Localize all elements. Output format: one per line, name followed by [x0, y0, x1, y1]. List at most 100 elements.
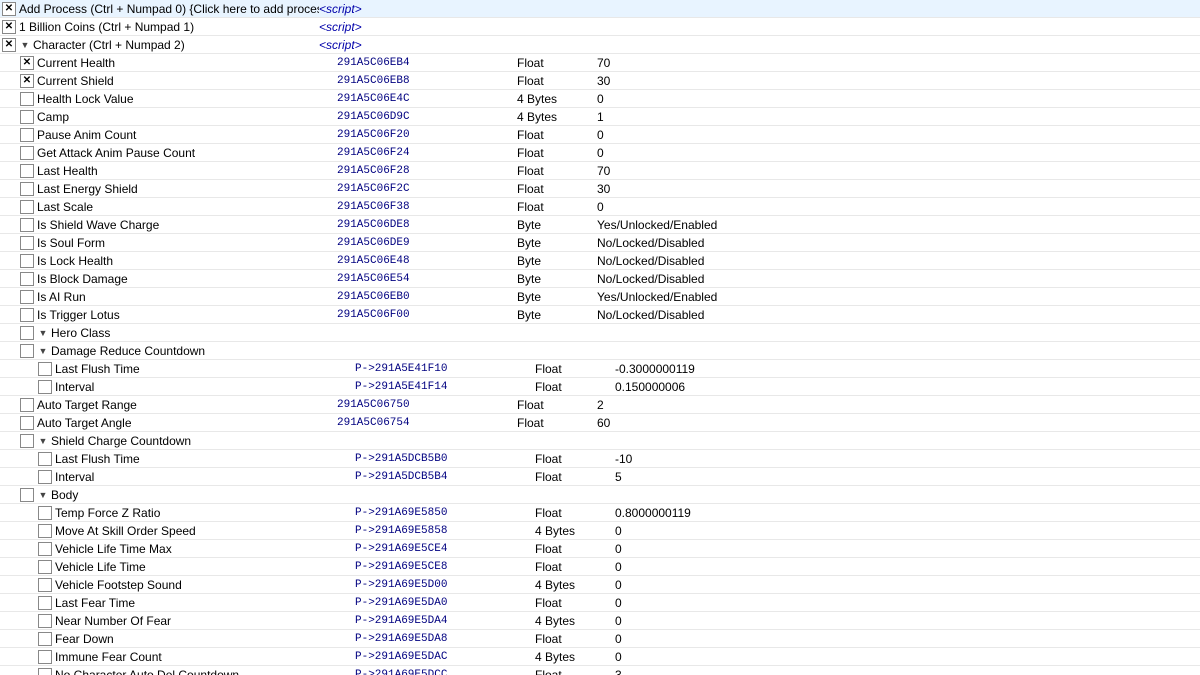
- checkbox[interactable]: [38, 470, 52, 484]
- checkbox[interactable]: [38, 380, 52, 394]
- checkbox[interactable]: [20, 488, 34, 502]
- checkbox[interactable]: [38, 506, 52, 520]
- address-value: 291A5C06F28: [337, 165, 517, 177]
- list-item[interactable]: ▼Shield Charge Countdown: [0, 432, 1200, 450]
- list-item[interactable]: Auto Target Angle291A5C06754Float60: [0, 414, 1200, 432]
- address-value: 291A5C06F00: [337, 309, 517, 321]
- checkbox[interactable]: [38, 560, 52, 574]
- checkbox[interactable]: [20, 416, 34, 430]
- item-label: No Character Auto Del Countdown: [55, 668, 239, 675]
- list-item[interactable]: 1 Billion Coins (Ctrl + Numpad 1)<script…: [0, 18, 1200, 36]
- list-item[interactable]: Is AI Run291A5C06EB0ByteYes/Unlocked/Ena…: [0, 288, 1200, 306]
- list-item[interactable]: Is Soul Form291A5C06DE9ByteNo/Locked/Dis…: [0, 234, 1200, 252]
- list-item[interactable]: Immune Fear CountP->291A69E5DAC4 Bytes0: [0, 648, 1200, 666]
- checkbox[interactable]: [20, 182, 34, 196]
- checkbox[interactable]: [20, 236, 34, 250]
- checkbox[interactable]: [20, 74, 34, 88]
- checkbox[interactable]: [38, 632, 52, 646]
- data-value: 0: [597, 128, 737, 142]
- checkbox[interactable]: [20, 398, 34, 412]
- list-item[interactable]: Move At Skill Order SpeedP->291A69E58584…: [0, 522, 1200, 540]
- list-item[interactable]: Pause Anim Count291A5C06F20Float0: [0, 126, 1200, 144]
- checkbox[interactable]: [20, 164, 34, 178]
- expand-arrow-icon[interactable]: ▼: [37, 435, 49, 447]
- checkbox[interactable]: [2, 20, 16, 34]
- checkbox[interactable]: [20, 254, 34, 268]
- list-item[interactable]: Get Attack Anim Pause Count291A5C06F24Fl…: [0, 144, 1200, 162]
- list-item[interactable]: Last Health291A5C06F28Float70: [0, 162, 1200, 180]
- checkbox[interactable]: [20, 110, 34, 124]
- list-item[interactable]: IntervalP->291A5E41F14Float0.150000006: [0, 378, 1200, 396]
- type-value: Float: [535, 632, 615, 646]
- checkbox[interactable]: [38, 596, 52, 610]
- checkbox[interactable]: [38, 650, 52, 664]
- address-value: 291A5C06F38: [337, 201, 517, 213]
- item-label: Damage Reduce Countdown: [51, 344, 205, 358]
- checkbox[interactable]: [2, 38, 16, 52]
- list-item[interactable]: IntervalP->291A5DCB5B4Float5: [0, 468, 1200, 486]
- type-value: Byte: [517, 308, 597, 322]
- list-item[interactable]: Vehicle Life Time MaxP->291A69E5CE4Float…: [0, 540, 1200, 558]
- item-label: Temp Force Z Ratio: [55, 506, 160, 520]
- list-item[interactable]: Last Scale291A5C06F38Float0: [0, 198, 1200, 216]
- list-item[interactable]: Add Process (Ctrl + Numpad 0) {Click her…: [0, 0, 1200, 18]
- checkbox[interactable]: [38, 578, 52, 592]
- checkbox[interactable]: [38, 524, 52, 538]
- checkbox[interactable]: [20, 92, 34, 106]
- list-item[interactable]: Fear DownP->291A69E5DA8Float0: [0, 630, 1200, 648]
- main-container: Add Process (Ctrl + Numpad 0) {Click her…: [0, 0, 1200, 675]
- list-item[interactable]: ▼Body: [0, 486, 1200, 504]
- checkbox[interactable]: [20, 146, 34, 160]
- list-item[interactable]: Last Flush TimeP->291A5DCB5B0Float-10: [0, 450, 1200, 468]
- list-item[interactable]: Is Lock Health291A5C06E48ByteNo/Locked/D…: [0, 252, 1200, 270]
- checkbox[interactable]: [38, 362, 52, 376]
- expand-arrow-icon[interactable]: ▼: [37, 489, 49, 501]
- list-item[interactable]: Camp291A5C06D9C4 Bytes1: [0, 108, 1200, 126]
- checkbox[interactable]: [20, 128, 34, 142]
- list-item[interactable]: Vehicle Life TimeP->291A69E5CE8Float0: [0, 558, 1200, 576]
- list-item[interactable]: Last Flush TimeP->291A5E41F10Float-0.300…: [0, 360, 1200, 378]
- entry-name: ▼Hero Class: [37, 326, 337, 340]
- checkbox[interactable]: [20, 56, 34, 70]
- checkbox[interactable]: [38, 668, 52, 675]
- checkbox[interactable]: [20, 218, 34, 232]
- checkbox[interactable]: [20, 344, 34, 358]
- checkbox[interactable]: [38, 452, 52, 466]
- list-item[interactable]: Auto Target Range291A5C06750Float2: [0, 396, 1200, 414]
- checkbox[interactable]: [38, 614, 52, 628]
- checkbox[interactable]: [20, 434, 34, 448]
- expand-arrow-icon[interactable]: ▼: [37, 345, 49, 357]
- list-item[interactable]: Last Energy Shield291A5C06F2CFloat30: [0, 180, 1200, 198]
- list-item[interactable]: Temp Force Z RatioP->291A69E5850Float0.8…: [0, 504, 1200, 522]
- checkbox[interactable]: [20, 326, 34, 340]
- list-item[interactable]: No Character Auto Del CountdownP->291A69…: [0, 666, 1200, 675]
- list-item[interactable]: Is Block Damage291A5C06E54ByteNo/Locked/…: [0, 270, 1200, 288]
- address-value: P->291A69E5DAC: [355, 651, 535, 663]
- list-item[interactable]: ▼Damage Reduce Countdown: [0, 342, 1200, 360]
- expand-arrow-icon[interactable]: ▼: [19, 39, 31, 51]
- entry-name: Auto Target Angle: [37, 416, 337, 430]
- entry-name: Auto Target Range: [37, 398, 337, 412]
- list-item[interactable]: ▼Character (Ctrl + Numpad 2)<script>: [0, 36, 1200, 54]
- list-item[interactable]: Current Health291A5C06EB4Float70: [0, 54, 1200, 72]
- expand-arrow-icon[interactable]: ▼: [37, 327, 49, 339]
- checkbox[interactable]: [20, 290, 34, 304]
- checkbox[interactable]: [2, 2, 16, 16]
- list-item[interactable]: Last Fear TimeP->291A69E5DA0Float0: [0, 594, 1200, 612]
- entry-name: Pause Anim Count: [37, 128, 337, 142]
- list-item[interactable]: Health Lock Value291A5C06E4C4 Bytes0: [0, 90, 1200, 108]
- list-item[interactable]: Vehicle Footstep SoundP->291A69E5D004 By…: [0, 576, 1200, 594]
- item-label: Is Lock Health: [37, 254, 113, 268]
- list-item[interactable]: ▼Hero Class: [0, 324, 1200, 342]
- entry-name: Is Shield Wave Charge: [37, 218, 337, 232]
- list-item[interactable]: Is Trigger Lotus291A5C06F00ByteNo/Locked…: [0, 306, 1200, 324]
- item-label: Last Energy Shield: [37, 182, 138, 196]
- list-item[interactable]: Is Shield Wave Charge291A5C06DE8ByteYes/…: [0, 216, 1200, 234]
- list-item[interactable]: Near Number Of FearP->291A69E5DA44 Bytes…: [0, 612, 1200, 630]
- checkbox[interactable]: [38, 542, 52, 556]
- checkbox[interactable]: [20, 308, 34, 322]
- entry-name: Near Number Of Fear: [55, 614, 355, 628]
- checkbox[interactable]: [20, 200, 34, 214]
- checkbox[interactable]: [20, 272, 34, 286]
- list-item[interactable]: Current Shield291A5C06EB8Float30: [0, 72, 1200, 90]
